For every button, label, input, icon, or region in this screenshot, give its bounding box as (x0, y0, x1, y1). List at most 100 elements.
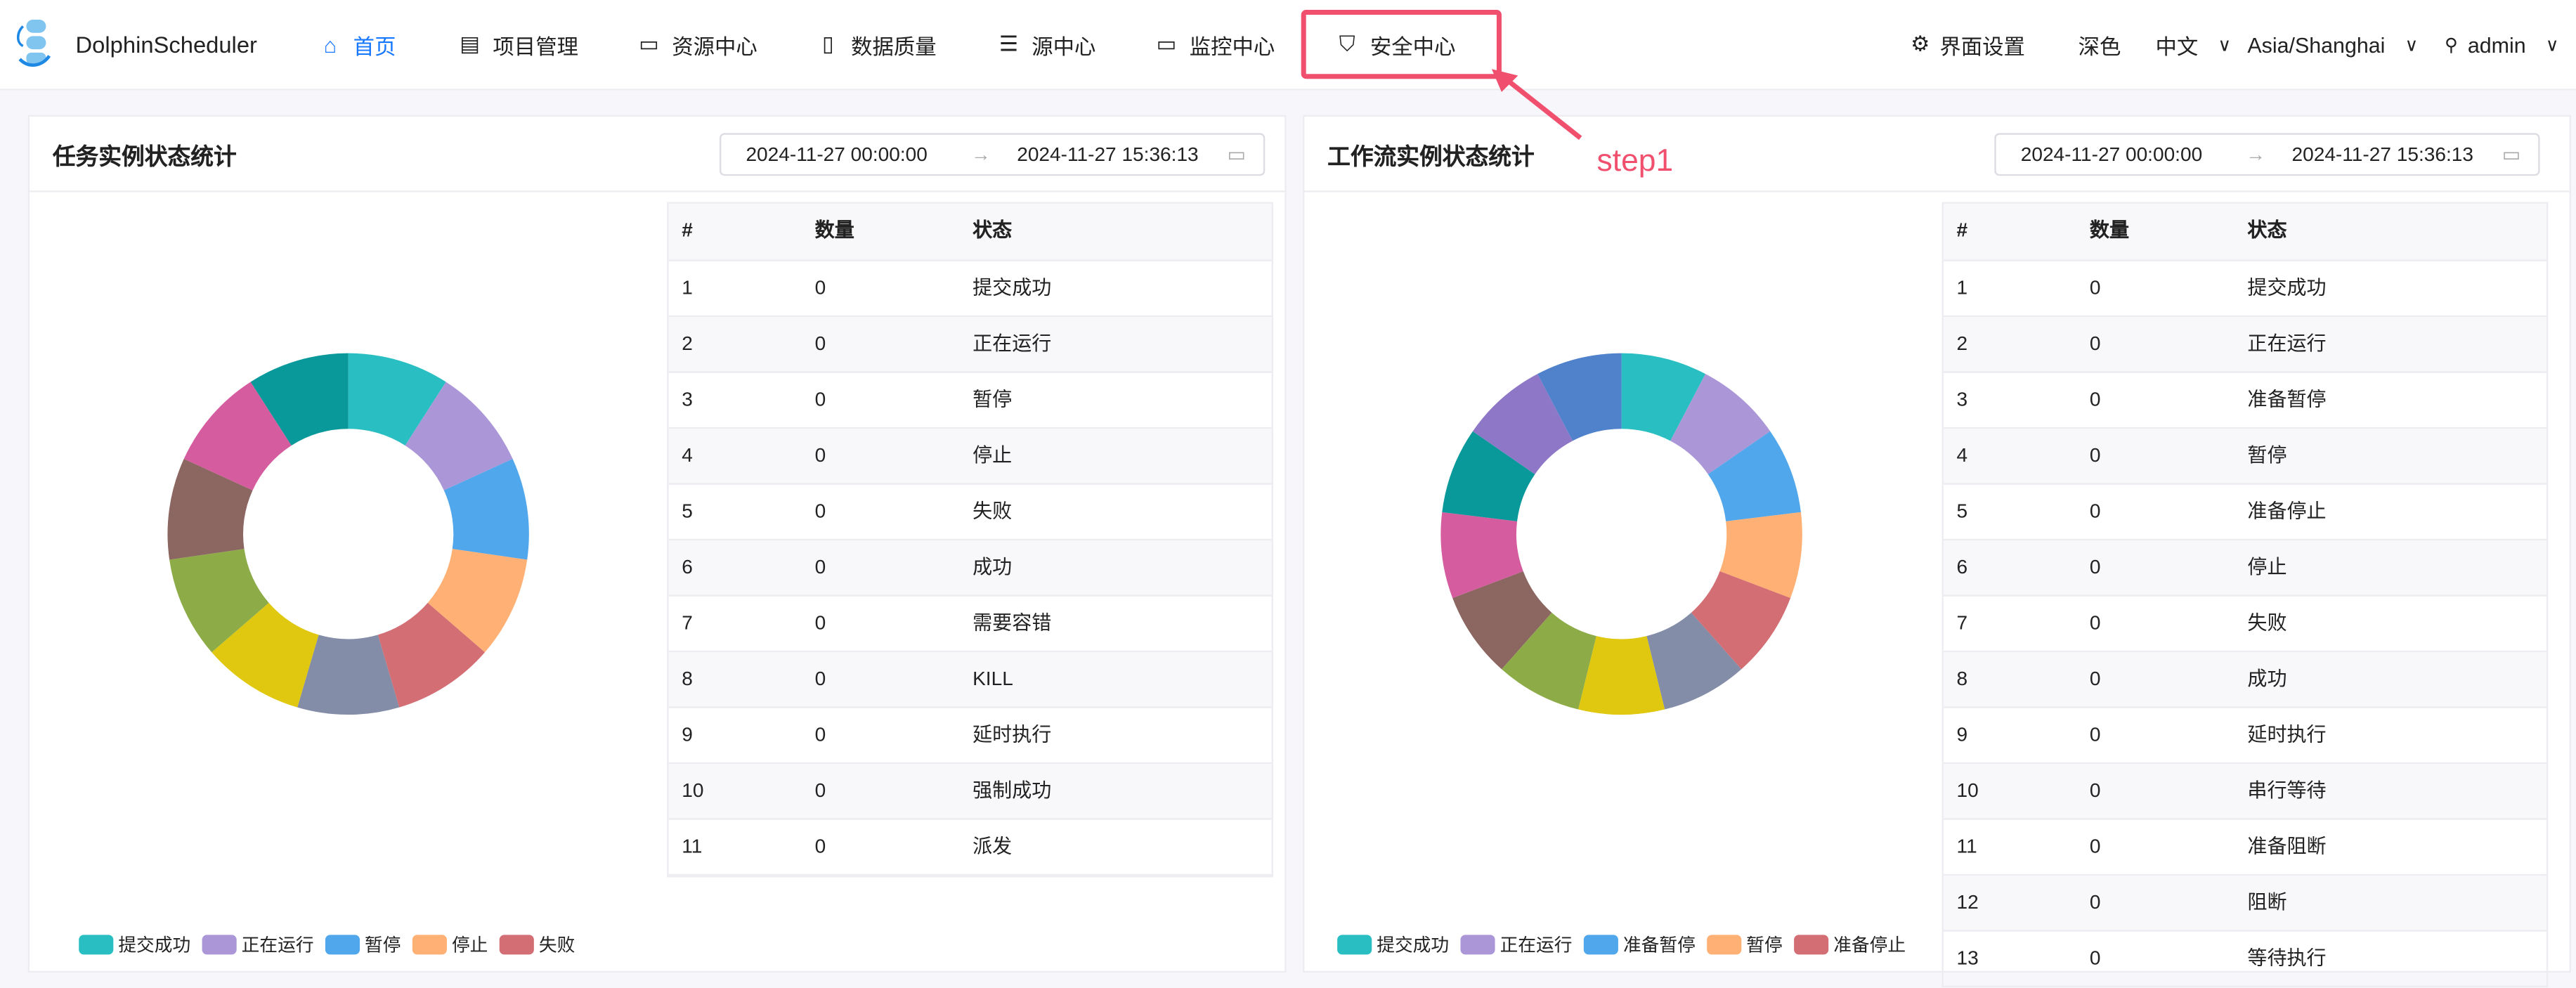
legend-item[interactable]: 暂停 (1707, 932, 1783, 958)
table-cell: 2 (1956, 332, 1968, 356)
legend-swatch (325, 935, 360, 955)
legend-item[interactable]: 准备暂停 (1583, 932, 1696, 958)
table-row: 1 0 提交成功 (1943, 261, 2546, 318)
legend-label: 正在运行 (241, 936, 314, 956)
table-cell: 派发 (972, 834, 1013, 858)
table-cell: 7 (682, 611, 693, 635)
user-menu[interactable]: ⚲ admin ∨ (2445, 0, 2559, 89)
table-cell: 0 (2089, 443, 2101, 467)
legend-item[interactable]: 停止 (412, 932, 488, 958)
nav-label: 资源中心 (672, 33, 757, 58)
table-cell: KILL (972, 667, 1013, 690)
nav-monitor[interactable]: ▭ 监控中心 (1153, 0, 1275, 89)
nav-resources[interactable]: ▭ 资源中心 (636, 0, 757, 89)
chart-legend: 提交成功 正在运行 准备暂停 暂停 准备停止 (1337, 932, 1906, 958)
timezone-select[interactable]: Asia/Shanghai ∨ (2247, 0, 2418, 89)
table-row: 5 0 准备停止 (1943, 485, 2546, 541)
table-cell: 提交成功 (972, 275, 1052, 299)
legend-item[interactable]: 失败 (499, 932, 575, 958)
calendar-icon: ▭ (2502, 143, 2521, 167)
legend-swatch (499, 935, 534, 955)
user-icon: ⚲ (2444, 35, 2458, 56)
table-cell: 13 (1956, 946, 1979, 970)
table-cell: 0 (814, 722, 826, 746)
table-cell: 3 (682, 387, 693, 411)
table-row: 7 0 失败 (1943, 597, 2546, 653)
table-row: 2 0 正在运行 (668, 317, 1272, 373)
table-cell: 0 (2089, 387, 2101, 411)
table-cell: 0 (814, 499, 826, 523)
legend-label: 正在运行 (1500, 936, 1573, 956)
table-cell: 失败 (2247, 611, 2287, 635)
nav-data-quality[interactable]: ▯ 数据质量 (815, 0, 937, 89)
calendar-icon: ▭ (1227, 143, 1247, 167)
table-cell: 2 (682, 332, 693, 356)
table-cell: 1 (1956, 275, 1968, 299)
ui-settings-button[interactable]: ⚙ 界面设置 (1911, 0, 2025, 89)
table-cell: 0 (814, 443, 826, 467)
nav-label: 首页 (353, 33, 396, 58)
table-row: 8 0 成功 (1943, 652, 2546, 708)
table-cell: 0 (814, 834, 826, 858)
task-status-table: # 数量 状态 1 0 提交成功 2 0 正在运行 3 0 暂停 4 0 停止 5 0 失败 6 0 成功 7 0 需要容错 8… (667, 202, 1273, 878)
table-cell: 0 (814, 611, 826, 635)
table-cell: 0 (2089, 275, 2101, 299)
legend-item[interactable]: 正在运行 (202, 932, 314, 958)
date-end: 2024-11-27 15:36:13 (1017, 143, 1199, 167)
legend-item[interactable]: 暂停 (325, 932, 401, 958)
language-select[interactable]: 中文 ∨ (2155, 0, 2231, 89)
theme-toggle[interactable]: 深色 (2079, 0, 2121, 89)
nav-label: 源中心 (1032, 33, 1096, 58)
card-title: 任务实例状态统计 (52, 143, 237, 169)
divider (30, 190, 1285, 193)
table-cell: 0 (2089, 555, 2101, 578)
table-cell: 0 (2089, 946, 2101, 970)
ui-settings-label: 界面设置 (1939, 33, 2025, 58)
theme-label: 深色 (2078, 33, 2121, 58)
legend-item[interactable]: 准备停止 (1794, 932, 1906, 958)
table-cell: 暂停 (2247, 443, 2287, 467)
date-range-picker[interactable]: 2024-11-27 00:00:00 → 2024-11-27 15:36:1… (720, 133, 1266, 176)
nav-home[interactable]: ⌂ 首页 (317, 0, 396, 89)
table-row: 10 0 强制成功 (668, 764, 1272, 820)
table-cell: 0 (814, 779, 826, 802)
legend-label: 暂停 (365, 936, 401, 956)
legend-item[interactable]: 提交成功 (1337, 932, 1449, 958)
gear-icon: ⚙ (1911, 31, 1930, 56)
table-row: 4 0 暂停 (1943, 429, 2546, 485)
table-row: 12 0 阻断 (1943, 876, 2546, 932)
top-header: DolphinScheduler ⌂ 首页 ▤ 项目管理 ▭ 资源中心 ▯ 数据质量 ☰… (0, 0, 2576, 91)
table-cell: 10 (682, 779, 704, 802)
table-cell: 准备阻断 (2247, 834, 2327, 858)
list-icon: ▤ (460, 31, 481, 56)
legend-item[interactable]: 正在运行 (1460, 932, 1572, 958)
logo[interactable]: DolphinScheduler (13, 16, 257, 72)
table-header: # 数量 状态 (1943, 203, 2546, 261)
table-cell: 0 (2089, 834, 2101, 858)
legend-label: 提交成功 (1377, 936, 1450, 956)
monitor-icon: ▭ (1156, 31, 1177, 56)
language-label: 中文 (2155, 33, 2199, 58)
legend-swatch (1794, 935, 1829, 955)
table-row: 9 0 延时执行 (1943, 708, 2546, 765)
legend-item[interactable]: 提交成功 (79, 932, 190, 958)
nav-label: 项目管理 (493, 33, 579, 58)
legend-label: 准备停止 (1833, 936, 1906, 956)
table-row: 7 0 需要容错 (668, 597, 1272, 653)
legend-swatch (1583, 935, 1618, 955)
nav-projects[interactable]: ▤ 项目管理 (457, 0, 578, 89)
nav-datasource[interactable]: ☰ 源中心 (996, 0, 1096, 89)
table-cell: 停止 (972, 443, 1013, 467)
annotation-label: step1 (1596, 144, 1674, 179)
folder-icon: ▭ (639, 31, 659, 56)
column-header: 状态 (2247, 218, 2287, 242)
table-cell: 成功 (2247, 667, 2287, 690)
date-start: 2024-11-27 00:00:00 (2020, 143, 2203, 167)
table-cell: 0 (814, 667, 826, 690)
table-row: 4 0 停止 (668, 429, 1272, 485)
table-cell: 12 (1956, 890, 1979, 914)
legend-label: 暂停 (1746, 936, 1783, 956)
column-header: 数量 (2089, 218, 2130, 242)
table-cell: 0 (2089, 499, 2101, 523)
date-range-picker[interactable]: 2024-11-27 00:00:00 → 2024-11-27 15:36:1… (1994, 133, 2540, 176)
